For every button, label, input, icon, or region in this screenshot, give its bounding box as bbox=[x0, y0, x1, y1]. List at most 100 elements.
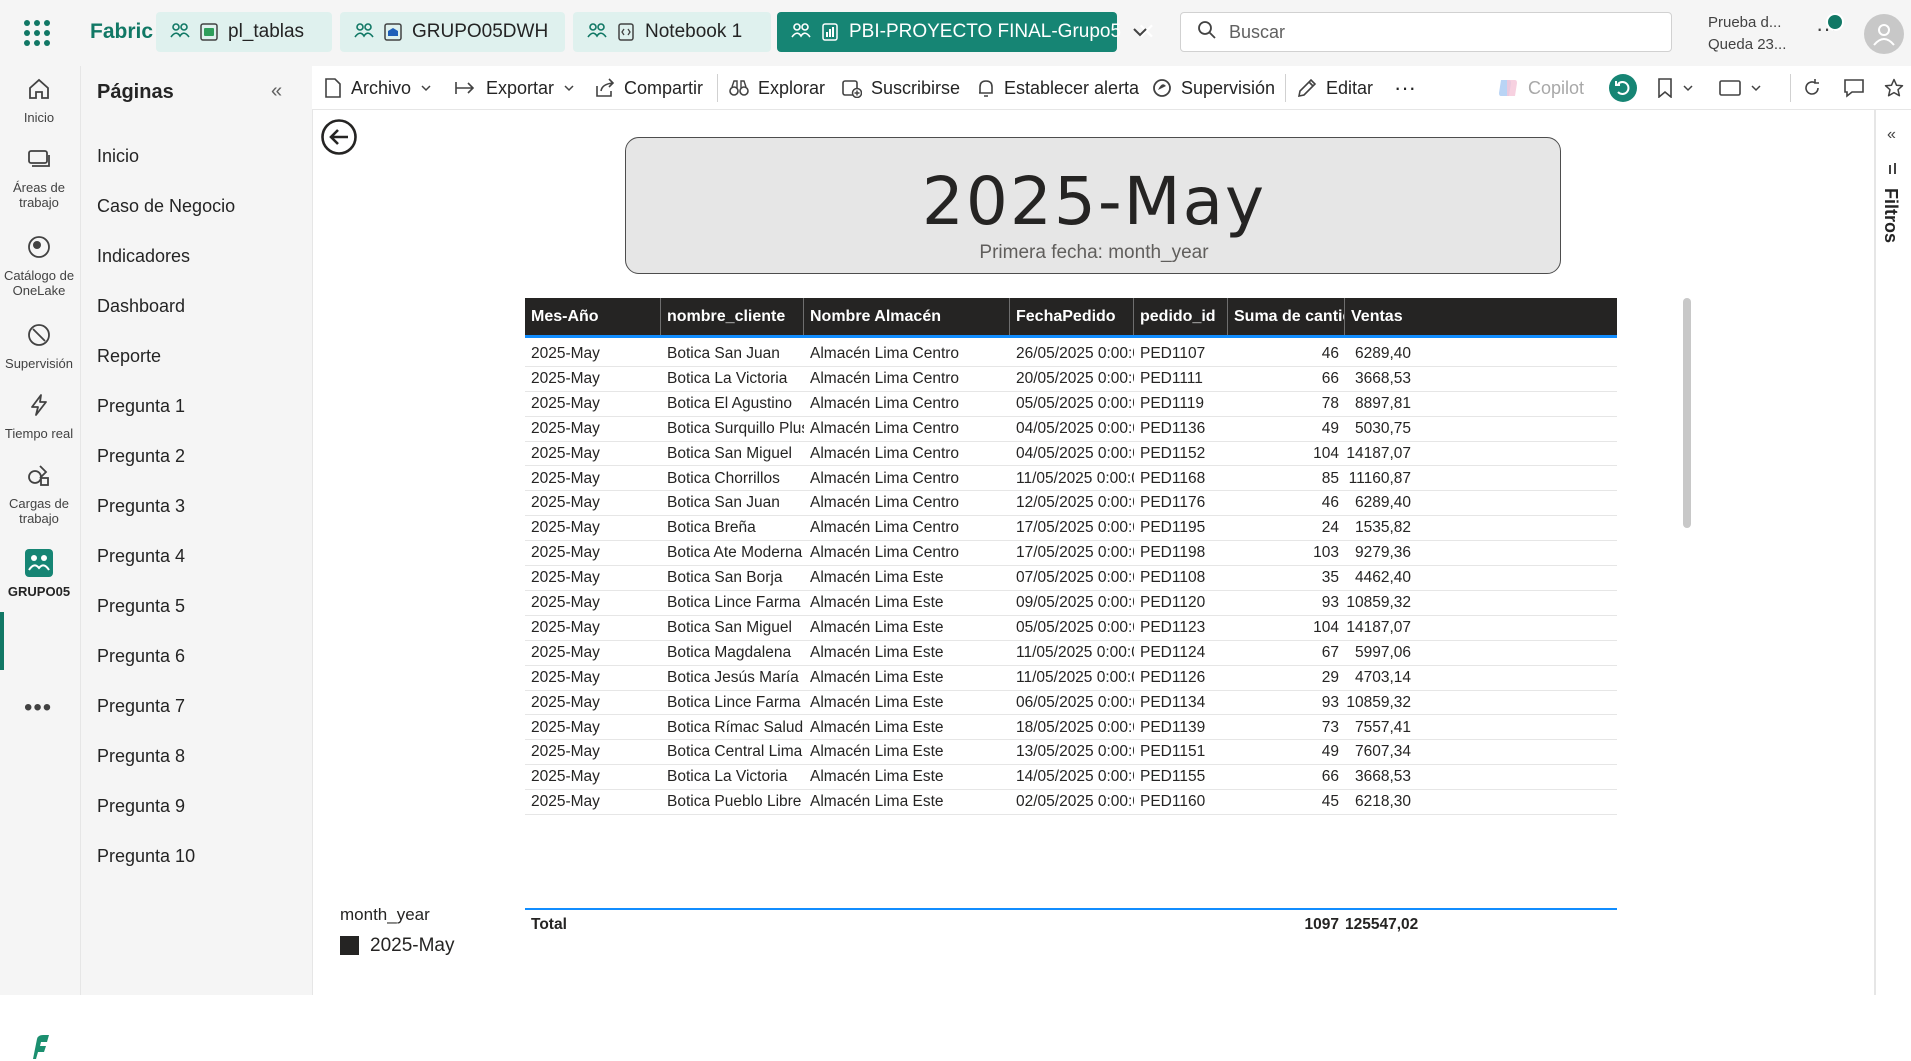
page-item[interactable]: Pregunta 2 bbox=[97, 446, 185, 467]
table-row[interactable]: 2025-May Botica Central Lima Almacén Lima … bbox=[525, 740, 1617, 766]
trial-line-2: Queda 23... bbox=[1708, 36, 1787, 53]
rail-item-grupo05[interactable]: GRUPO05 bbox=[0, 546, 78, 599]
table-cell: PED1107 bbox=[1140, 345, 1206, 362]
table-row[interactable]: 2025-May Botica El Agustino Almacén Lima C… bbox=[525, 392, 1617, 417]
column-header[interactable]: pedido_id bbox=[1134, 298, 1228, 335]
table-row[interactable]: 2025-May Botica Jesús María Almacén Lima E… bbox=[525, 666, 1617, 691]
editar-button[interactable]: Editar bbox=[1297, 66, 1373, 110]
page-item[interactable]: Pregunta 3 bbox=[97, 496, 185, 517]
rail-item-cargas[interactable]: Cargas de trabajo bbox=[0, 458, 78, 526]
avatar[interactable] bbox=[1864, 14, 1904, 54]
table-row[interactable]: 2025-May Botica La Victoria Almacén Lima E… bbox=[525, 765, 1617, 791]
refresh-visual-button[interactable] bbox=[1609, 66, 1637, 110]
page-item[interactable]: Pregunta 9 bbox=[97, 796, 185, 817]
compartir-button[interactable]: Compartir bbox=[595, 66, 703, 110]
more-icon[interactable]: ••• bbox=[24, 694, 52, 722]
archivo-button[interactable]: Archivo bbox=[324, 66, 432, 110]
search-input[interactable] bbox=[1229, 21, 1649, 43]
table-row[interactable]: 2025-May Botica San Miguel Almacén Lima Ce… bbox=[525, 442, 1617, 467]
rail-item-inicio[interactable]: Inicio bbox=[0, 72, 78, 125]
page-item[interactable]: Inicio bbox=[97, 146, 139, 167]
comments-button[interactable] bbox=[1843, 66, 1865, 110]
table-row[interactable]: 2025-May Botica Magdalena Almacén Lima Est… bbox=[525, 641, 1617, 666]
table-cell: PED1108 bbox=[1140, 569, 1206, 587]
table-row[interactable]: 2025-May Botica Rímac Salud Almacén Lima E… bbox=[525, 716, 1617, 741]
column-header[interactable]: Mes-Año bbox=[525, 298, 661, 335]
table-row[interactable]: 2025-May Botica San Juan Almacén Lima Cent… bbox=[525, 342, 1617, 367]
legend-swatch[interactable] bbox=[340, 936, 359, 955]
expand-filters-icon[interactable]: « bbox=[1887, 126, 1896, 144]
filters-label[interactable]: Filtros bbox=[1880, 188, 1901, 243]
page-item[interactable]: Pregunta 7 bbox=[97, 696, 185, 717]
suscribirse-button[interactable]: Suscribirse bbox=[842, 66, 960, 110]
table-row[interactable]: 2025-May Botica Lince Farma Almacén Lima E… bbox=[525, 691, 1617, 716]
fabric-logo-icon[interactable] bbox=[2, 1024, 76, 1061]
table-row[interactable]: 2025-May Botica Surquillo Plus Almacén Lim… bbox=[525, 417, 1617, 442]
view-button[interactable] bbox=[1719, 66, 1762, 110]
status-indicator bbox=[1826, 13, 1844, 31]
rail-item-supervision[interactable]: Supervisión bbox=[0, 318, 78, 371]
collapse-panel-icon[interactable]: « bbox=[271, 80, 282, 103]
table-scrollbar[interactable] bbox=[1683, 298, 1691, 528]
rail-item-tiempo-real[interactable]: Tiempo real bbox=[0, 388, 78, 441]
table-cell: 4703,14 bbox=[1354, 668, 1411, 686]
table-row[interactable]: 2025-May Botica Breña Almacén Lima Centro 1… bbox=[525, 516, 1617, 542]
table-row[interactable]: 2025-May Botica San Miguel Almacén Lima Es… bbox=[525, 616, 1617, 641]
search-box[interactable] bbox=[1180, 12, 1672, 52]
person-icon bbox=[1873, 24, 1895, 46]
refresh-button[interactable] bbox=[1802, 66, 1822, 110]
page-item[interactable]: Pregunta 10 bbox=[97, 846, 195, 867]
column-header[interactable]: FechaPedido bbox=[1010, 298, 1134, 335]
table-row[interactable]: 2025-May Botica La Victoria Almacén Lima C… bbox=[525, 367, 1617, 392]
tab-grupo05dwh[interactable]: GRUPO05DWH bbox=[340, 12, 565, 52]
monitor-icon bbox=[1152, 78, 1172, 98]
table-row[interactable]: 2025-May Botica San Juan Almacén Lima Cent… bbox=[525, 491, 1617, 517]
table-row[interactable]: 2025-May Botica Pueblo Libre Almacén Lima … bbox=[525, 790, 1617, 816]
more-options-icon[interactable]: ··· bbox=[1394, 66, 1416, 110]
back-arrow-icon[interactable] bbox=[320, 118, 358, 156]
tab-pbi-proyecto-final[interactable]: PBI-PROYECTO FINAL-Grupo5 ✕ bbox=[777, 12, 1156, 52]
page-item[interactable]: Indicadores bbox=[97, 246, 190, 267]
page-item[interactable]: Pregunta 8 bbox=[97, 746, 185, 767]
table-cell: Botica Lince Farma bbox=[667, 594, 801, 611]
rail-item-areas[interactable]: Áreas de trabajo bbox=[0, 142, 78, 210]
page-item[interactable]: Pregunta 4 bbox=[97, 546, 185, 567]
chevron-down-icon[interactable] bbox=[1128, 20, 1152, 44]
table-row[interactable]: 2025-May Botica Lince Farma Almacén Lima E… bbox=[525, 591, 1617, 616]
exportar-button[interactable]: Exportar bbox=[455, 66, 575, 110]
kpi-card[interactable]: 2025-May Primera fecha: month_year bbox=[625, 137, 1561, 274]
establecer-alerta-button[interactable]: Establecer alerta bbox=[977, 66, 1139, 110]
column-header[interactable]: Suma de cantidad bbox=[1228, 298, 1345, 335]
column-header[interactable]: Ventas bbox=[1345, 298, 1417, 335]
page-item[interactable]: Dashboard bbox=[97, 296, 185, 317]
page-item[interactable]: Pregunta 5 bbox=[97, 596, 185, 617]
legend-item[interactable]: 2025-May bbox=[370, 935, 455, 957]
page-item[interactable]: Caso de Negocio bbox=[97, 196, 235, 217]
app-launcher-icon[interactable] bbox=[24, 20, 50, 46]
filter-icon bbox=[1887, 162, 1899, 181]
trial-status[interactable]: Prueba d... Queda 23... bbox=[1708, 12, 1786, 56]
supervision-button[interactable]: Supervisión bbox=[1152, 66, 1275, 110]
column-header[interactable]: Nombre Almacén bbox=[804, 298, 1010, 335]
column-header[interactable]: nombre_cliente bbox=[661, 298, 804, 335]
page-item[interactable]: Pregunta 1 bbox=[97, 396, 185, 417]
table-row[interactable]: 2025-May Botica San Borja Almacén Lima Est… bbox=[525, 566, 1617, 591]
tab-pl-tablas[interactable]: pl_tablas bbox=[156, 12, 332, 52]
copilot-button[interactable]: Copilot bbox=[1497, 66, 1584, 110]
table-cell: PED1123 bbox=[1140, 618, 1206, 636]
bell-icon bbox=[977, 78, 995, 98]
table-cell: Almacén Lima Este bbox=[810, 643, 944, 661]
page-item[interactable]: Reporte bbox=[97, 346, 161, 367]
favorite-button[interactable] bbox=[1884, 66, 1904, 110]
bookmark-button[interactable] bbox=[1657, 66, 1694, 110]
tab-notebook-1[interactable]: Notebook 1 bbox=[573, 12, 771, 52]
table-row[interactable]: 2025-May Botica Chorrillos Almacén Lima Ce… bbox=[525, 467, 1617, 492]
table-row[interactable]: 2025-May Botica Ate Moderna Almacén Lima C… bbox=[525, 541, 1617, 567]
rail-item-onelake[interactable]: Catálogo de OneLake bbox=[0, 230, 78, 298]
star-icon bbox=[1884, 78, 1904, 97]
page-item[interactable]: Pregunta 6 bbox=[97, 646, 185, 667]
brand-name[interactable]: Fabric bbox=[90, 20, 153, 44]
explorar-button[interactable]: Explorar bbox=[729, 66, 825, 110]
filters-pane[interactable]: « Filtros bbox=[1874, 110, 1911, 995]
orders-table[interactable]: Mes-Año nombre_cliente Nombre Almacén Fecha… bbox=[525, 298, 1617, 948]
